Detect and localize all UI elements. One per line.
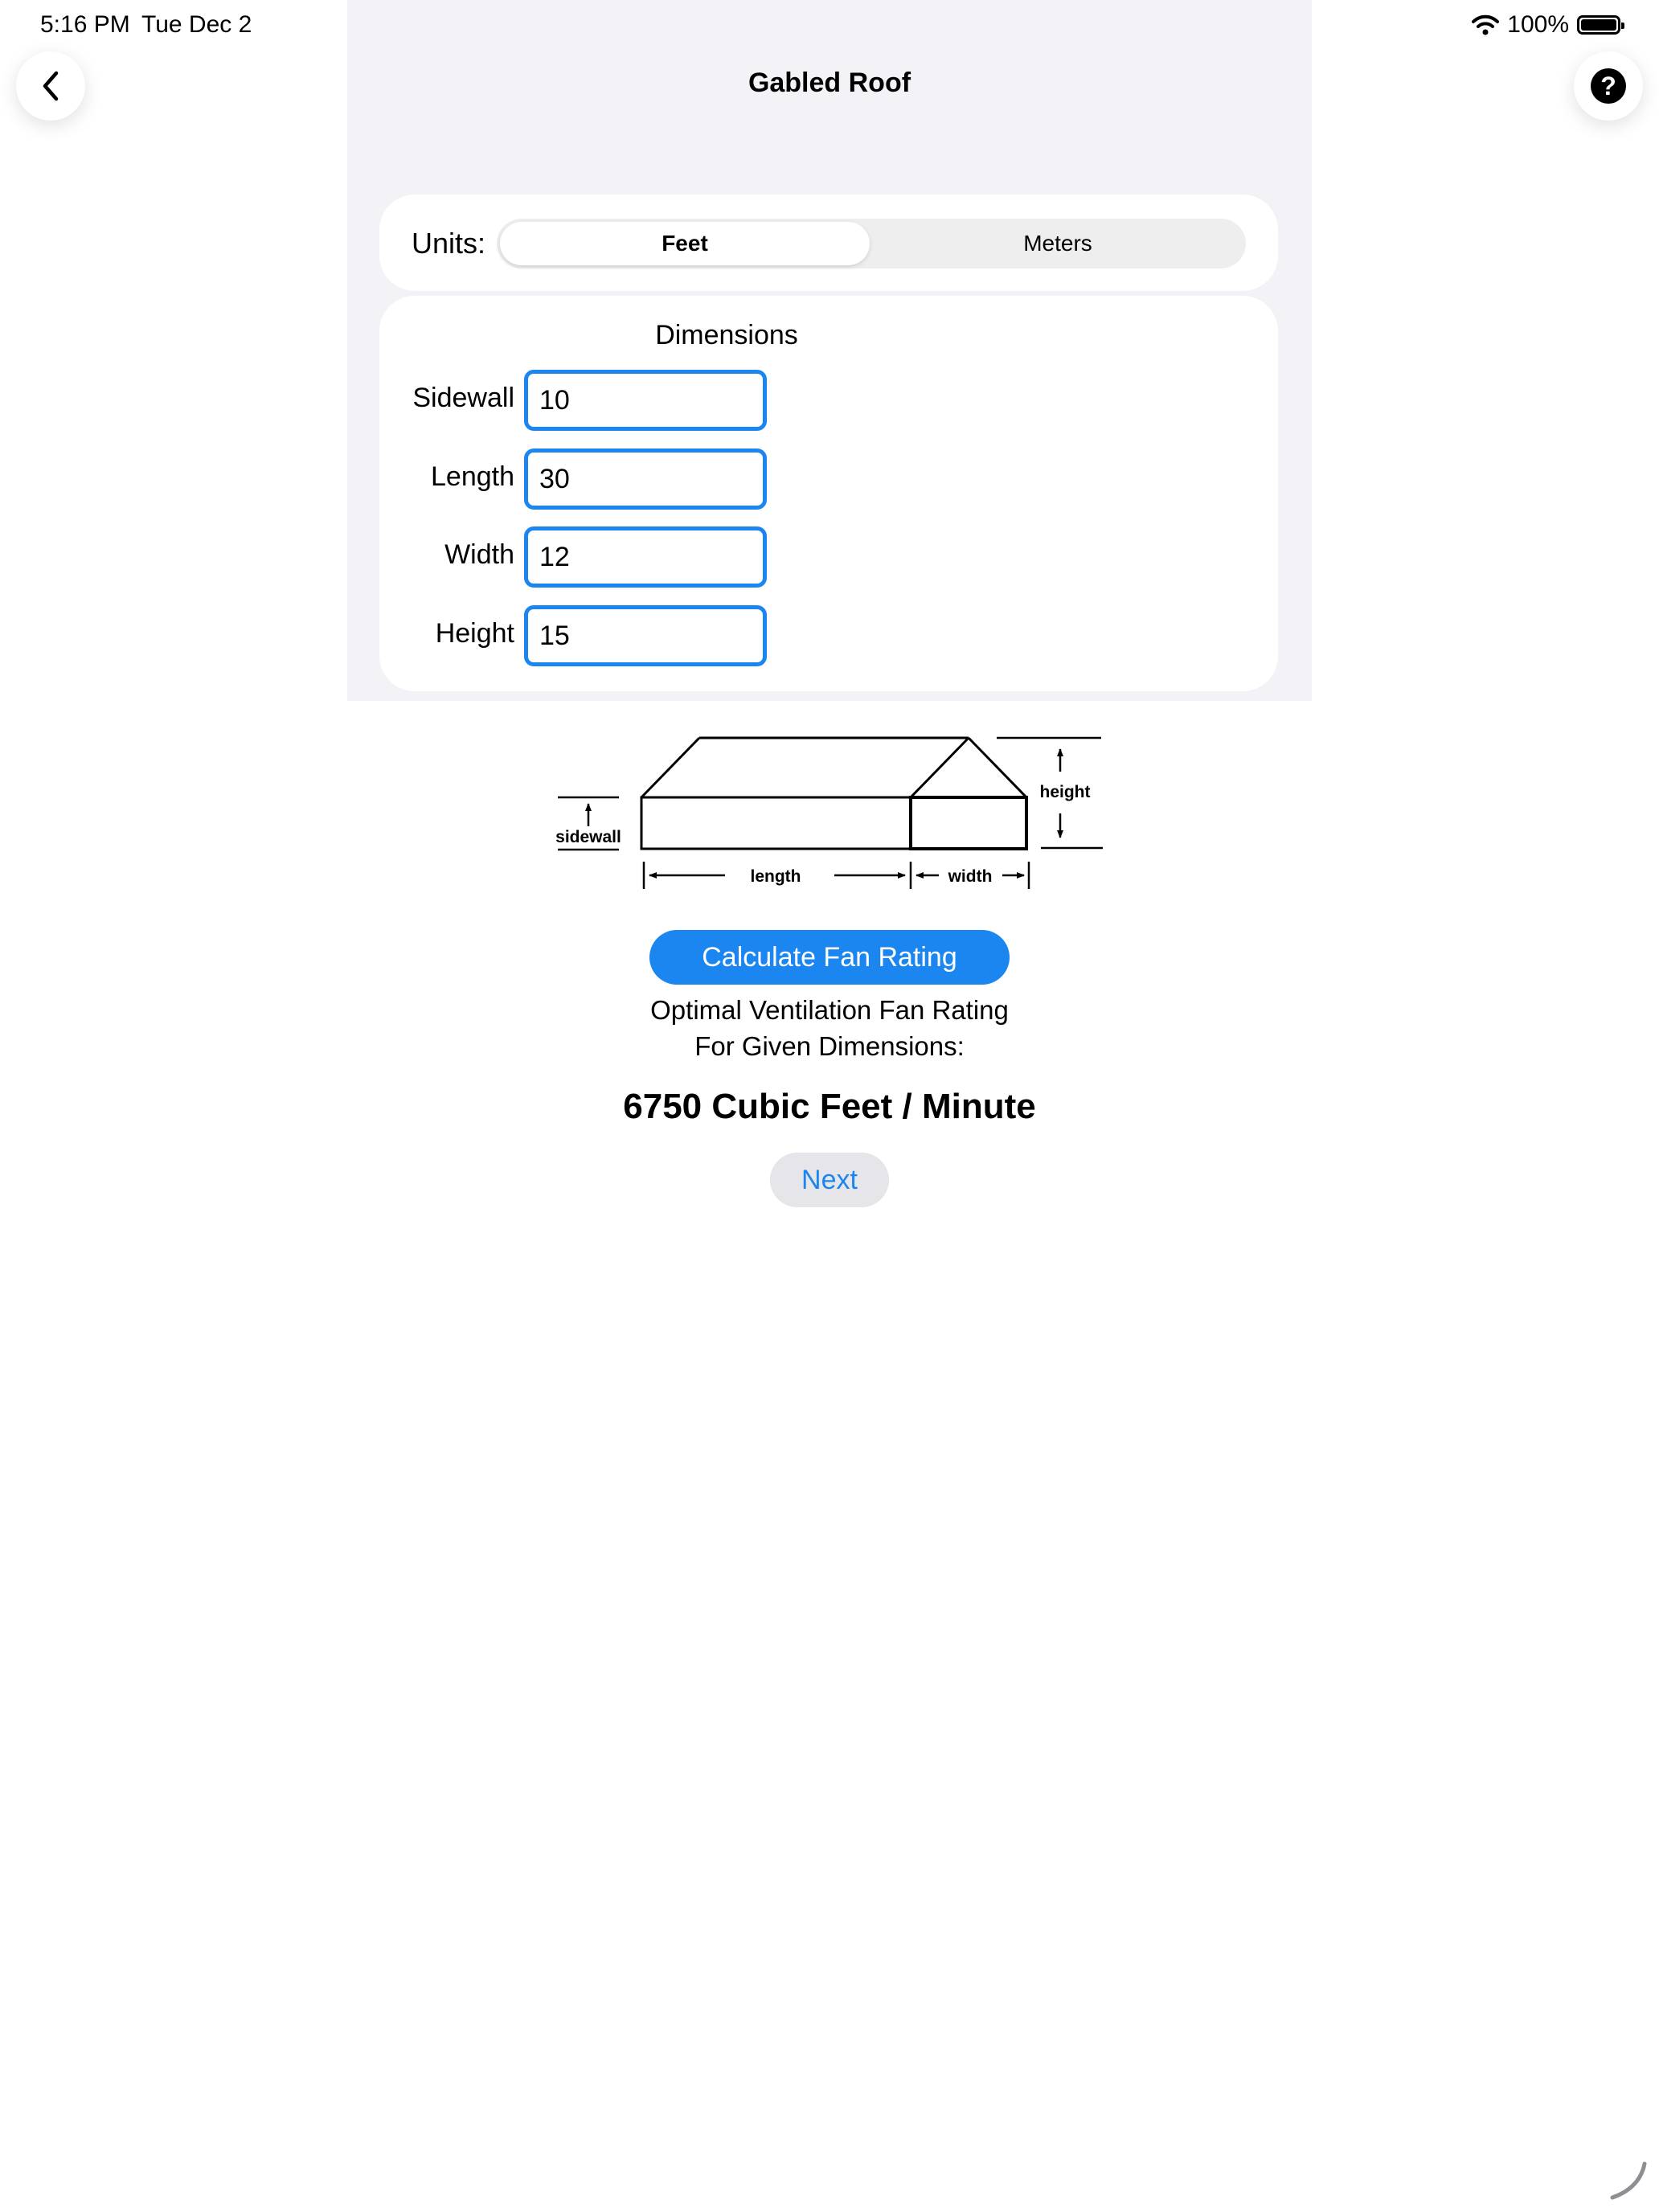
diagram-label-height: height — [1040, 783, 1091, 801]
units-segmented-control: Feet Meters — [497, 219, 1246, 268]
chevron-left-icon — [43, 71, 59, 101]
page-title: Gabled Roof — [748, 68, 911, 98]
diagram-label-length: length — [751, 867, 801, 886]
height-label: Height — [435, 618, 514, 649]
length-input[interactable] — [524, 449, 767, 510]
wifi-icon — [1472, 14, 1500, 35]
dimensions-card: Dimensions Sidewall Length Width Height — [379, 296, 1278, 691]
help-button[interactable]: ? — [1574, 51, 1643, 121]
battery-icon — [1577, 15, 1624, 35]
units-option-meters[interactable]: Meters — [873, 222, 1243, 265]
fan-rating-result: 6750 Cubic Feet / Minute — [623, 1087, 1036, 1126]
gabled-roof-diagram: sidewall height length width — [555, 736, 1103, 889]
diagram-label-sidewall: sidewall — [555, 828, 621, 846]
dimensions-header: Dimensions — [655, 320, 798, 350]
back-button[interactable] — [16, 51, 85, 121]
sidewall-label: Sidewall — [412, 383, 514, 413]
sidewall-input[interactable] — [524, 370, 767, 431]
width-input[interactable] — [524, 526, 767, 588]
form-panel: Gabled Roof Units: Feet Meters Dimension… — [347, 0, 1312, 701]
battery-percentage: 100% — [1507, 11, 1569, 38]
width-label: Width — [444, 539, 514, 570]
result-caption-line2: For Given Dimensions: — [694, 1031, 965, 1061]
units-option-feet[interactable]: Feet — [500, 222, 870, 265]
status-indicators: 100% — [1472, 11, 1624, 39]
status-time: 5:16 PM — [40, 11, 130, 38]
result-caption-line1: Optimal Ventilation Fan Rating — [650, 995, 1009, 1025]
calculate-fan-rating-button[interactable]: Calculate Fan Rating — [649, 930, 1010, 985]
status-date: Tue Dec 2 — [141, 11, 252, 38]
resize-handle-icon — [1610, 2161, 1647, 2200]
units-label: Units: — [412, 227, 486, 260]
diagram-label-width: width — [948, 867, 993, 886]
question-circle-icon: ? — [1591, 68, 1626, 104]
units-card: Units: Feet Meters — [379, 195, 1278, 291]
next-button[interactable]: Next — [770, 1153, 889, 1207]
height-input[interactable] — [524, 605, 767, 666]
length-label: Length — [431, 461, 514, 492]
